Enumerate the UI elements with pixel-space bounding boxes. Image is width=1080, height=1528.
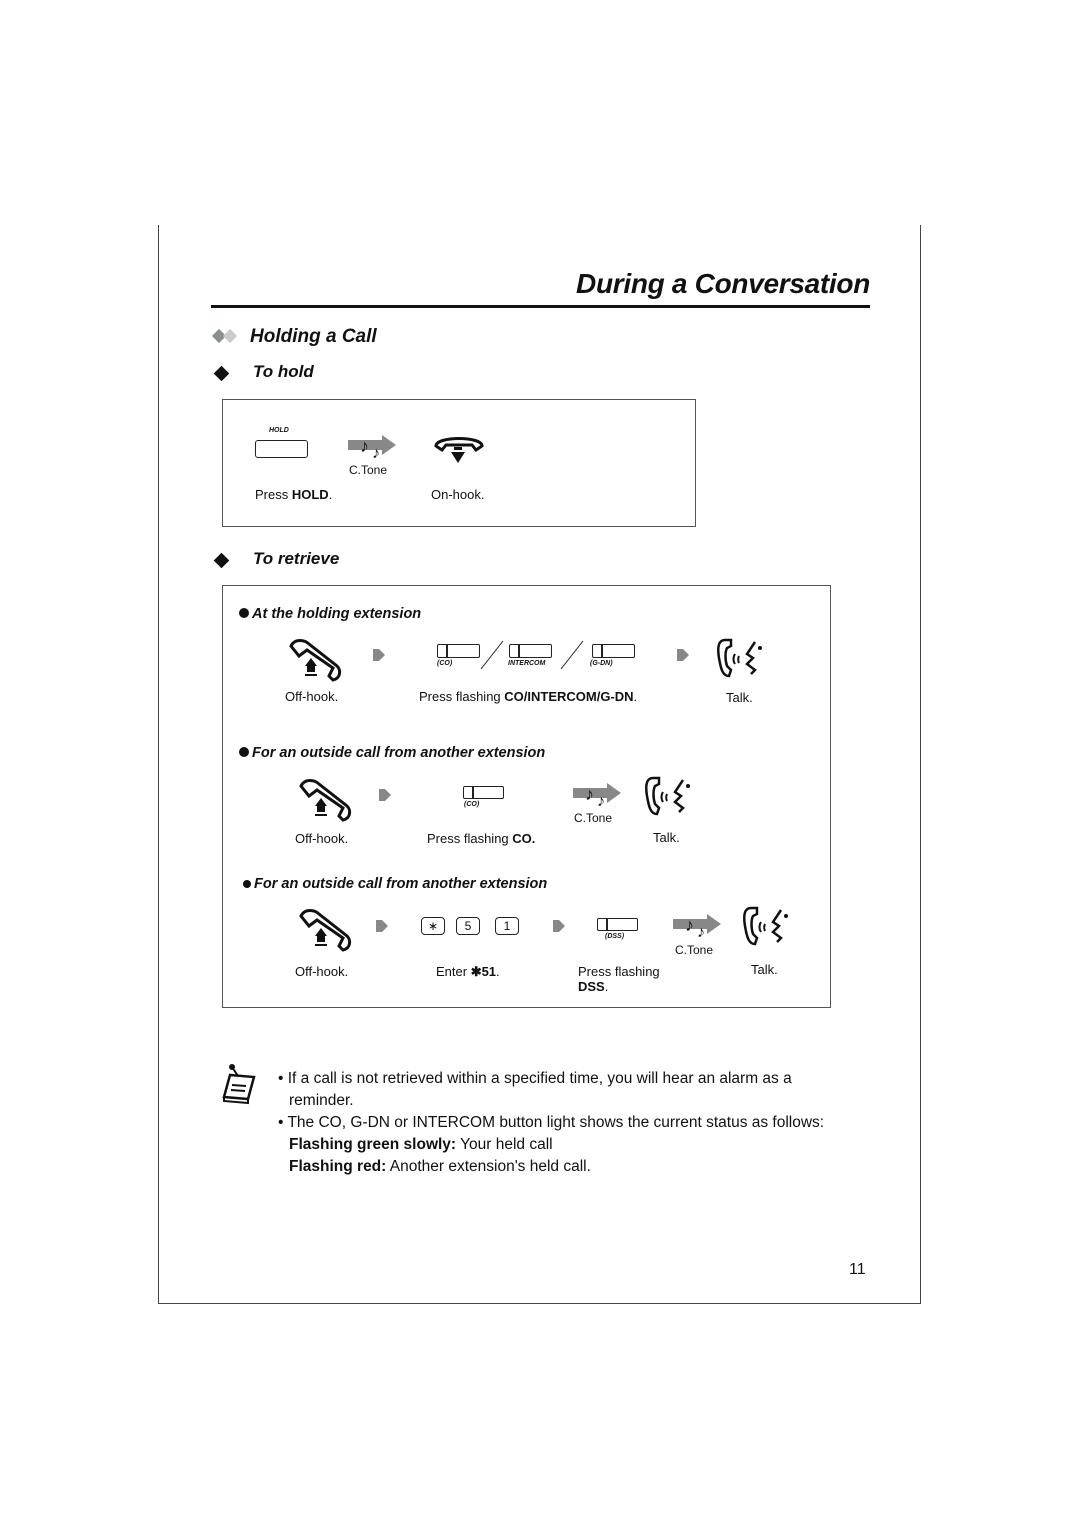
c-tone-label: C.Tone: [349, 463, 388, 477]
page-frame-left: [158, 225, 159, 1304]
diamond-bullet-icon: [213, 365, 230, 382]
notes-block: • If a call is not retrieved within a sp…: [278, 1068, 878, 1178]
co-button-label: (CO): [464, 801, 480, 808]
off-hook-handset-icon: [299, 779, 352, 822]
to-hold-panel: HOLD Press HOLD. ♪ ♪ C.Tone On-hook.: [222, 399, 696, 527]
talk-caption: Talk.: [751, 962, 778, 977]
note-bullet-1-cont: reminder.: [289, 1092, 354, 1109]
on-hook-handset-icon: [434, 437, 484, 463]
c-tone-label: C.Tone: [675, 943, 714, 957]
hold-button-icon: [255, 440, 308, 458]
confirmation-tone-icon: ♪ ♪: [348, 435, 396, 460]
page-frame-bottom: [158, 1303, 921, 1304]
case-heading: For an outside call from another extensi…: [239, 745, 545, 761]
arrow-right-icon: [553, 920, 565, 932]
co-button-icon: [463, 786, 504, 799]
press-flashing-caption: Press flashing CO.: [427, 831, 536, 846]
arrow-right-icon: [379, 789, 391, 801]
key-5: 5: [456, 917, 480, 935]
slash-separator: [560, 640, 584, 670]
confirmation-tone-icon: ♪ ♪: [673, 914, 721, 939]
bullet-dot-icon: [243, 880, 251, 888]
note-bullet-2: • The CO, G-DN or INTERCOM button light …: [278, 1114, 825, 1131]
off-hook-caption: Off-hook.: [295, 964, 349, 979]
confirmation-tone-icon: ♪ ♪: [573, 783, 621, 808]
talk-caption: Talk.: [726, 690, 753, 705]
key-star: ∗: [421, 917, 445, 935]
talk-icon: [743, 906, 788, 946]
dss-button-icon: [597, 918, 638, 931]
svg-text:♪: ♪: [360, 436, 369, 456]
page-frame-right: [920, 225, 921, 1304]
press-flashing-caption: Press flashing CO/INTERCOM/G-DN.: [419, 689, 638, 704]
svg-text:♪: ♪: [685, 915, 694, 935]
off-hook-caption: Off-hook.: [285, 689, 339, 704]
svg-text:♪: ♪: [697, 924, 705, 939]
talk-caption: Talk.: [653, 830, 680, 845]
co-button-label: (CO): [437, 660, 453, 667]
note-bullet-1: • If a call is not retrieved within a sp…: [278, 1070, 792, 1087]
arrow-right-icon: [677, 649, 689, 661]
bullet-dot-icon: [239, 608, 249, 618]
status-green-line: Flashing green slowly: Your held call: [289, 1136, 553, 1153]
co-button-icon: [437, 644, 480, 658]
off-hook-handset-icon: [289, 639, 342, 682]
on-hook-caption: On-hook.: [431, 487, 485, 502]
svg-text:♪: ♪: [597, 793, 605, 808]
enter-caption: Enter ✱51.: [436, 964, 500, 979]
hold-button-label: HOLD: [269, 427, 289, 434]
g-dn-button-icon: [592, 644, 635, 658]
case-heading: At the holding extension: [239, 606, 421, 622]
dss-button-label: (DSS): [605, 933, 625, 940]
diamond-bullet-icon: [213, 552, 230, 569]
svg-text:♪: ♪: [372, 445, 380, 460]
title-rule: [211, 305, 870, 308]
arrow-right-icon: [373, 649, 385, 661]
arrow-right-icon: [376, 920, 388, 932]
press-hold-caption: Press HOLD.: [255, 487, 333, 502]
off-hook-caption: Off-hook.: [295, 831, 349, 846]
to-retrieve-title: To retrieve: [253, 549, 340, 568]
press-flashing-caption: Press flashing DSS.: [578, 964, 660, 994]
intercom-button-icon: [509, 644, 552, 658]
note-pad-icon: [222, 1064, 256, 1105]
to-hold-title: To hold: [253, 362, 314, 381]
talk-icon: [717, 638, 762, 678]
c-tone-label: C.Tone: [574, 811, 613, 825]
talk-icon: [645, 776, 690, 816]
case-heading: For an outside call from another extensi…: [243, 876, 547, 892]
section-title: Holding a Call: [250, 326, 377, 347]
g-dn-button-label: (G-DN): [590, 660, 613, 667]
svg-text:♪: ♪: [585, 784, 594, 804]
intercom-button-label: INTERCOM: [508, 660, 546, 667]
status-red-line: Flashing red: Another extension's held c…: [289, 1158, 591, 1175]
page-number: 11: [849, 1261, 866, 1278]
slash-separator: [480, 640, 504, 670]
to-retrieve-panel: At the holding extension Off-hook. (CO) …: [222, 585, 831, 1008]
key-1: 1: [495, 917, 519, 935]
off-hook-handset-icon: [299, 909, 352, 952]
page-title: During a Conversation: [576, 268, 870, 299]
bullet-dot-icon: [239, 747, 249, 757]
